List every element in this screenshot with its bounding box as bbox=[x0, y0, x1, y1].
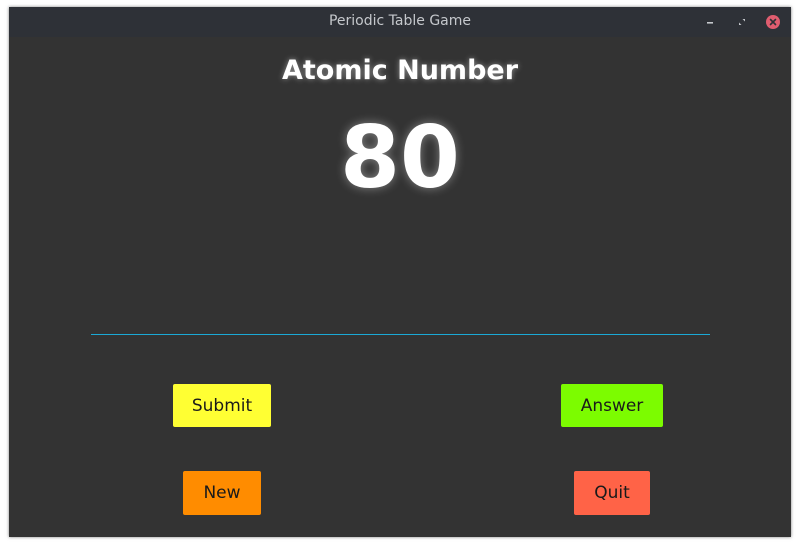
atomic-number-value: 80 bbox=[340, 108, 460, 208]
maximize-icon bbox=[739, 19, 745, 25]
maximize-button[interactable] bbox=[734, 14, 750, 30]
submit-button[interactable]: Submit bbox=[173, 384, 271, 427]
minimize-icon bbox=[707, 22, 713, 24]
answer-input[interactable] bbox=[91, 303, 710, 335]
new-button[interactable]: New bbox=[183, 471, 261, 515]
title-bar[interactable]: Periodic Table Game bbox=[9, 7, 791, 37]
answer-button[interactable]: Answer bbox=[561, 384, 663, 427]
close-icon bbox=[769, 18, 777, 26]
close-button[interactable] bbox=[765, 14, 781, 30]
quit-button[interactable]: Quit bbox=[574, 471, 650, 515]
minimize-button[interactable] bbox=[702, 14, 718, 30]
app-window: Periodic Table Game Atomic Number 80 Sub… bbox=[9, 7, 791, 537]
prompt-heading: Atomic Number bbox=[281, 55, 519, 86]
window-title: Periodic Table Game bbox=[328, 13, 472, 29]
close-button-circle bbox=[766, 15, 780, 29]
